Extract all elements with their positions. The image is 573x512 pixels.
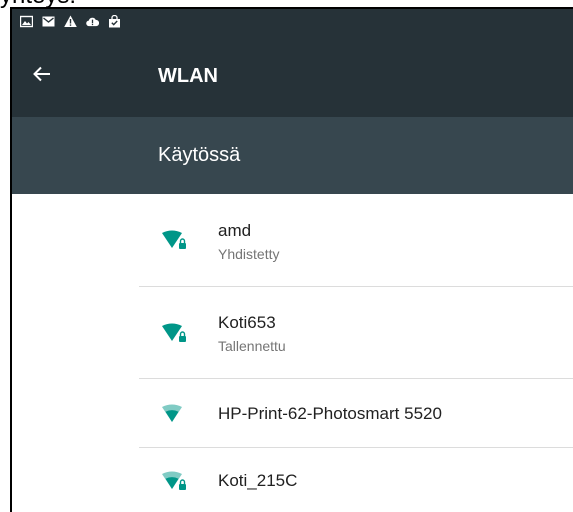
app-toolbar: WLAN xyxy=(12,34,573,117)
network-item-hp-print[interactable]: HP-Print-62-Photosmart 5520 xyxy=(12,379,573,448)
network-name: HP-Print-62-Photosmart 5520 xyxy=(218,404,442,423)
image-icon xyxy=(20,15,33,28)
back-button[interactable] xyxy=(26,60,58,92)
wifi-medium-icon xyxy=(162,403,192,429)
android-device-screen: WLAN Käytössä amd Yhdistetty Koti653 Tal xyxy=(10,7,573,512)
wifi-full-locked-icon xyxy=(162,229,192,255)
network-status: Tallennettu xyxy=(218,338,286,354)
wifi-medium-locked-icon xyxy=(162,470,192,496)
network-list: amd Yhdistetty Koti653 Tallennettu HP-Pr… xyxy=(12,194,573,512)
arrow-left-icon xyxy=(33,66,51,87)
network-name: amd xyxy=(218,221,252,240)
wifi-full-locked-icon xyxy=(162,322,192,348)
network-name: Koti653 xyxy=(218,313,276,332)
status-bar xyxy=(12,9,573,34)
cloud-alert-icon xyxy=(86,15,99,28)
wlan-enable-switch-bar[interactable]: Käytössä xyxy=(12,117,573,194)
network-item-koti653[interactable]: Koti653 Tallennettu xyxy=(12,287,573,379)
network-status: Yhdistetty xyxy=(218,246,280,262)
screenshot-canvas: yhteys: xyxy=(0,0,573,512)
warning-icon xyxy=(64,15,77,28)
network-item-koti-215c[interactable]: Koti_215C xyxy=(12,448,573,512)
switch-label: Käytössä xyxy=(158,144,241,166)
page-title: WLAN xyxy=(158,65,218,87)
network-name: Koti_215C xyxy=(218,471,298,490)
shopping-bag-icon xyxy=(108,15,121,28)
network-item-amd[interactable]: amd Yhdistetty xyxy=(12,194,573,287)
gmail-icon xyxy=(42,15,55,28)
